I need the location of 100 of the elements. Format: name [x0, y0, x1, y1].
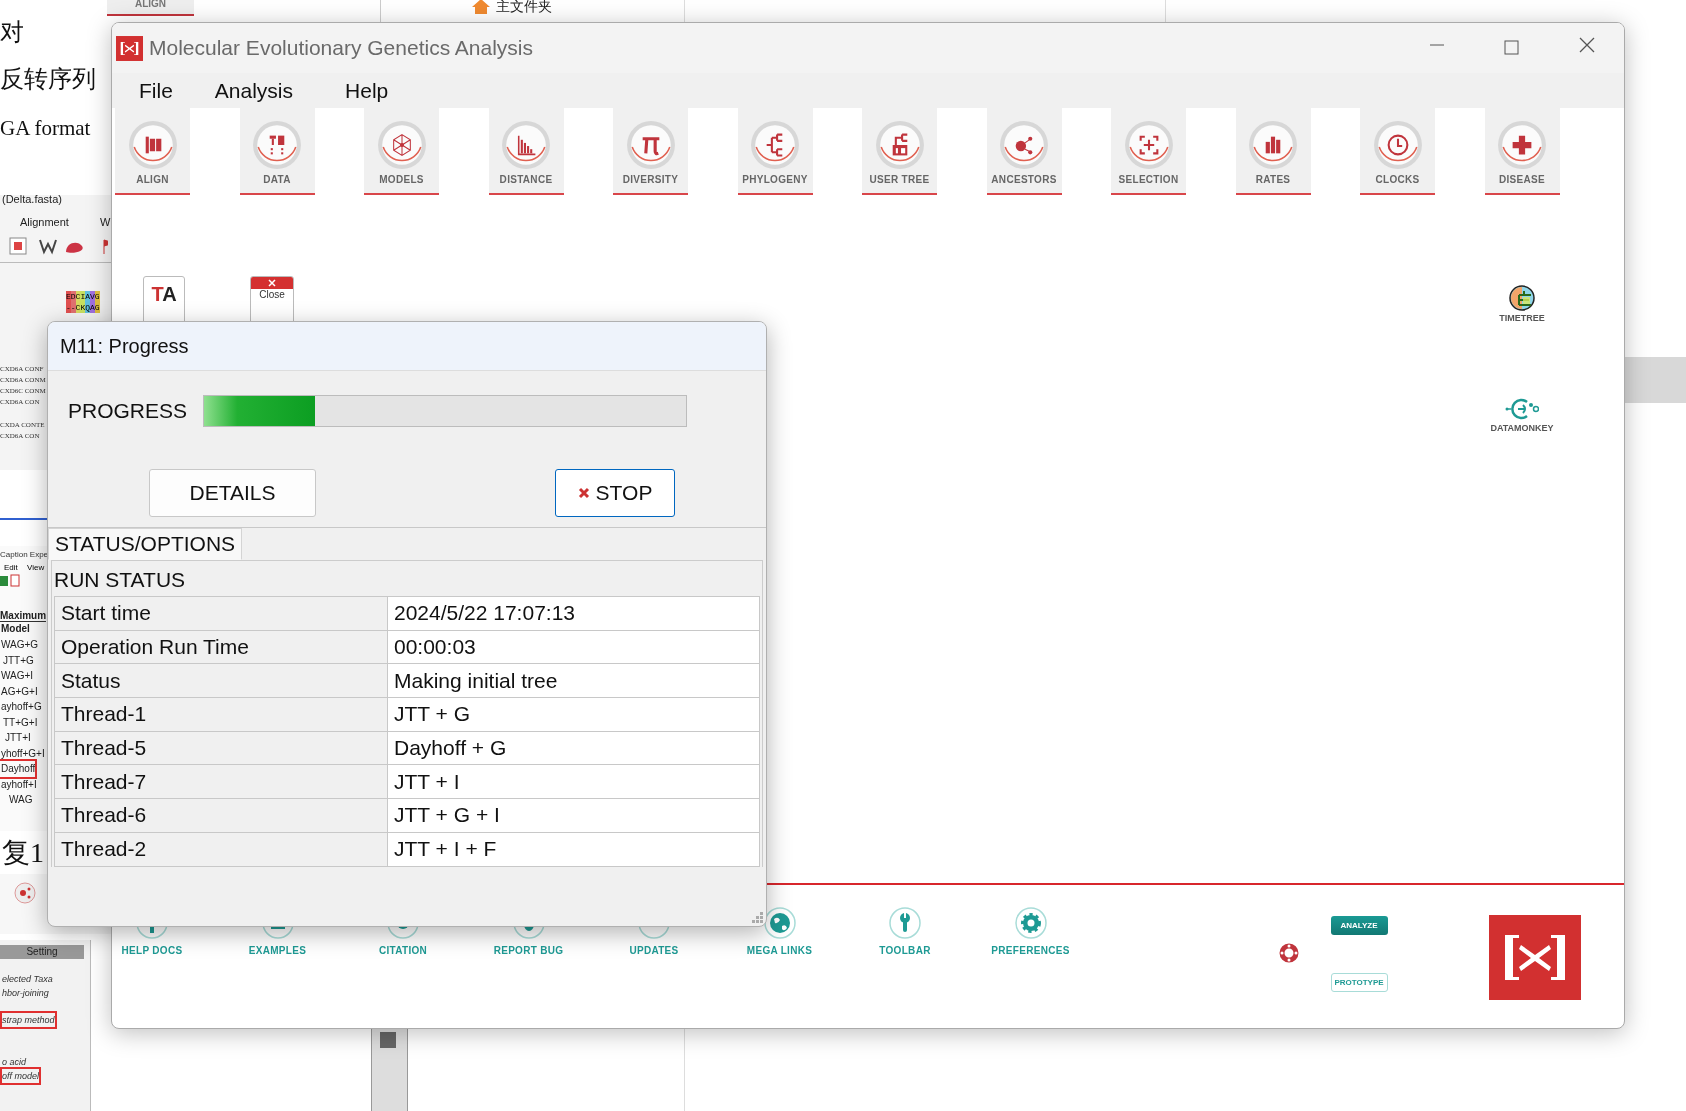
scrollbar-thumb[interactable] — [1625, 357, 1686, 403]
document-text: GA format — [0, 116, 91, 141]
model-name: JTT+G — [2, 653, 34, 668]
house-icon — [470, 0, 492, 14]
clocks-icon — [1372, 120, 1423, 170]
table-cell: JTT + I — [387, 764, 760, 799]
menu-item[interactable]: Analysis — [214, 78, 294, 103]
toolbar-button[interactable]: USER TREE — [862, 108, 937, 195]
rates-icon — [1248, 120, 1298, 170]
table-cell: Dayhoff + G — [387, 731, 760, 765]
table-cell: Status — [54, 663, 388, 698]
toolbar-button[interactable]: DISEASE — [1484, 108, 1560, 195]
lifebuoy-icon[interactable] — [1278, 943, 1299, 963]
table-cell: Operation Run Time — [54, 630, 388, 664]
selection-icon — [1123, 120, 1174, 170]
diversity-icon — [625, 120, 676, 170]
model-name: JTT+I — [4, 731, 31, 745]
align-icon — [127, 120, 178, 170]
analyze-button[interactable]: ANALYZE — [1330, 916, 1388, 935]
table-cell: Thread-2 — [54, 832, 388, 866]
toolbar-button[interactable]: MODELS — [364, 108, 439, 195]
setting-label: off model — [2, 1069, 40, 1083]
model-name: ayhoff+G — [0, 700, 42, 714]
table-cell: JTT + G — [387, 697, 760, 732]
toolbar-button[interactable]: SELECTION — [1111, 108, 1186, 195]
app-logo-icon — [116, 35, 143, 61]
model-name: ayhoff+I — [0, 777, 37, 792]
window-title: Caption Expe — [0, 550, 49, 559]
tab[interactable]: STATUS/OPTIONS — [48, 528, 243, 560]
export-icons-drawing[interactable] — [0, 574, 22, 588]
toolbar-button[interactable]: DISTANCE — [488, 108, 564, 195]
menu-item[interactable]: File — [139, 78, 173, 103]
footer-link[interactable]: TOOLBAR — [865, 907, 945, 956]
setting-label: o acid — [2, 1056, 27, 1069]
setting-label: elected Taxa — [2, 973, 53, 986]
globe-icon — [763, 907, 796, 939]
toolbar-button[interactable]: DIVERSITY — [613, 108, 688, 195]
data-icon — [252, 120, 302, 170]
progress-label: PROGRESS — [68, 399, 189, 423]
document-text: 复1 — [2, 836, 44, 870]
models-icon — [376, 120, 427, 170]
table-cell: 2024/5/22 17:07:13 — [387, 596, 760, 631]
table-heading: Maximum — [0, 610, 47, 622]
ancestors-icon[interactable] — [14, 882, 36, 904]
window-title: Molecular Evolutionary Genetics Analysis — [149, 36, 533, 60]
table-cell: Start time — [54, 596, 388, 631]
phylogeny-icon — [750, 120, 800, 170]
toolbar-button[interactable]: ANCESTORS — [986, 108, 1062, 195]
document-text: 对 — [0, 18, 24, 47]
model-name: TT+G+I — [2, 715, 38, 730]
menu-item[interactable]: View — [27, 563, 45, 572]
footer-link[interactable]: MEGA LINKS — [739, 907, 820, 956]
table-cell: Thread-6 — [54, 798, 388, 833]
menu-item[interactable]: Help — [345, 78, 389, 103]
scrollbar-thumb[interactable] — [380, 1032, 396, 1048]
table-cell: Thread-1 — [54, 697, 388, 732]
toolbar-icons-drawing[interactable] — [8, 236, 108, 256]
resize-grip-icon[interactable] — [752, 912, 764, 924]
footer-link[interactable]: PREFERENCES — [990, 907, 1071, 956]
window-title: (Delta.fasta) — [2, 193, 62, 205]
setting-label: hbor-joining — [2, 987, 49, 1000]
toolbar-button[interactable]: CLOCKS — [1360, 108, 1435, 195]
stop-button[interactable]: STOP — [555, 469, 675, 517]
monkey-circuit-icon — [1505, 397, 1539, 421]
model-name: AG+G+I — [0, 684, 38, 699]
model-name: WAG — [8, 793, 33, 807]
model-name: WAG+G — [0, 638, 39, 652]
timetree-link[interactable]: TIMETREE — [1477, 285, 1567, 323]
column-header: Model — [1, 623, 30, 634]
model-name: Dayhoff — [0, 761, 36, 777]
prototype-button[interactable]: PROTOTYPE — [1330, 973, 1388, 992]
menu-item[interactable]: Edit — [4, 563, 18, 572]
section-heading: RUN STATUS — [54, 567, 187, 593]
column-header: Setting — [0, 945, 84, 959]
stop-icon — [577, 487, 590, 499]
details-button[interactable]: DETAILS — [149, 469, 316, 517]
toolbar-button[interactable]: RATES — [1235, 108, 1311, 195]
model-name: yhoff+G+I — [0, 746, 45, 761]
disease-icon — [1497, 120, 1547, 170]
setting-label: strap method — [2, 1013, 55, 1027]
wrench-icon — [889, 907, 921, 939]
window-tab[interactable]: ALIGN — [107, 0, 194, 16]
table-cell: JTT + I + F — [387, 832, 760, 866]
toolbar-button[interactable]: DATA — [239, 108, 315, 195]
menu-item[interactable]: W — [100, 216, 111, 228]
scrollbar[interactable] — [371, 1029, 408, 1111]
close-icon — [251, 277, 293, 289]
settings-icon — [1014, 907, 1047, 939]
table-cell: Making initial tree — [387, 663, 760, 698]
distance-icon — [501, 120, 551, 170]
toolbar-button[interactable]: ALIGN — [115, 108, 190, 195]
menu-item[interactable]: Alignment — [20, 216, 69, 228]
table-cell: 00:00:03 — [387, 630, 760, 664]
tree-globe-icon — [1509, 285, 1535, 311]
document-text: 反转序列 — [0, 65, 96, 94]
toolbar-button[interactable]: PHYLOGENY — [737, 108, 813, 195]
table-cell: JTT + G + I — [387, 798, 760, 833]
user-tree-icon — [874, 120, 925, 170]
model-name: WAG+I — [0, 669, 34, 683]
datamonkey-link[interactable]: DATAMONKEY — [1477, 397, 1567, 433]
